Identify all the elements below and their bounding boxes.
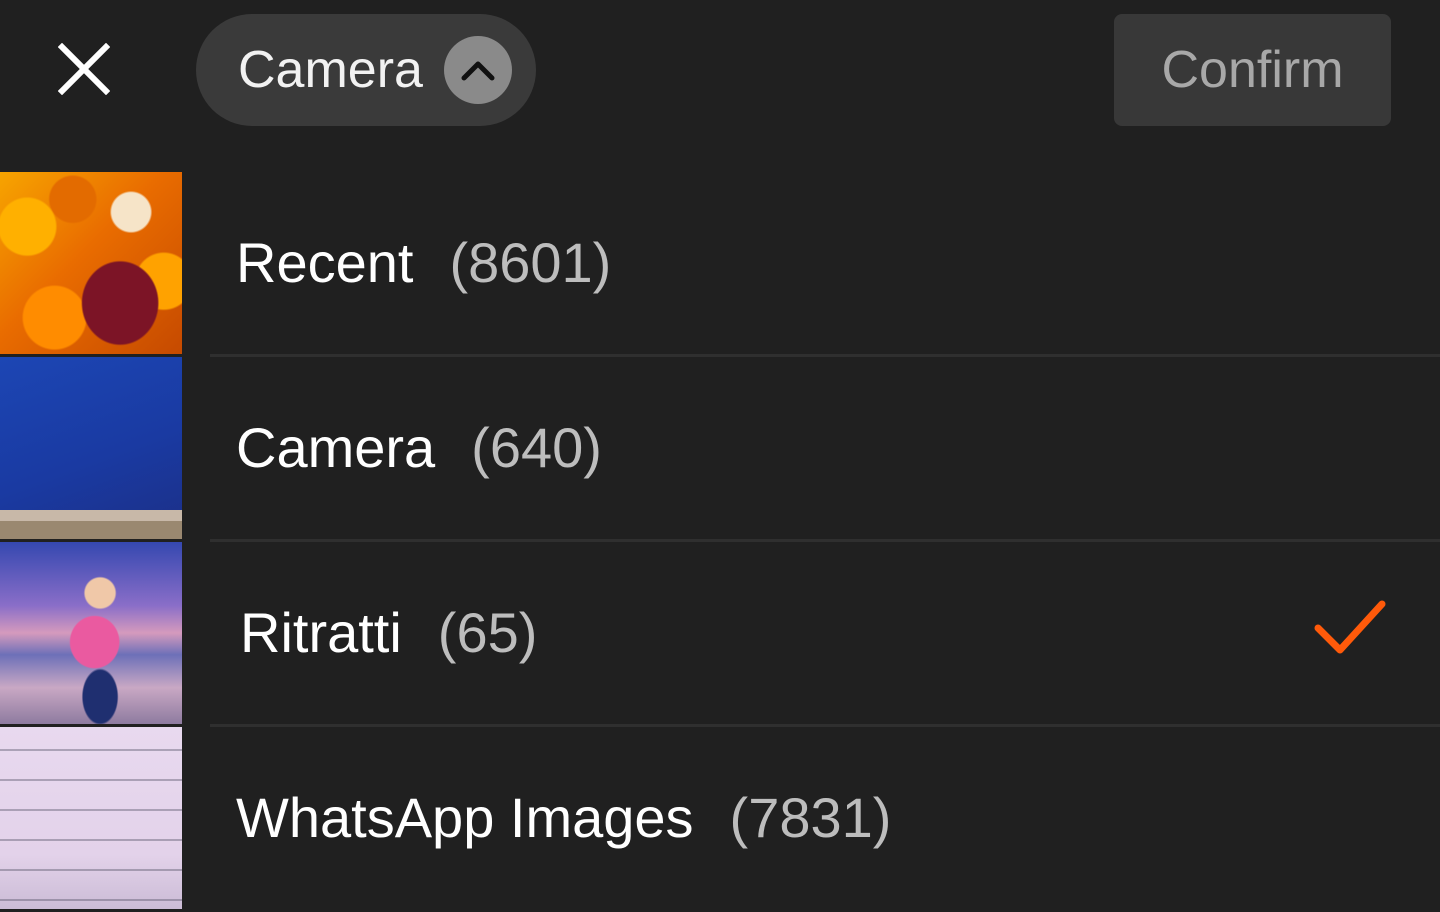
album-count: (65) xyxy=(437,601,538,664)
album-count: (7831) xyxy=(729,786,892,849)
chevron-up-icon xyxy=(444,36,512,104)
album-row-ritratti[interactable]: Ritratti (65) xyxy=(0,542,1440,727)
album-picker-screen: Camera Confirm Recent (8601) Camera (640) xyxy=(0,0,1440,912)
album-label: Camera (640) xyxy=(236,357,602,539)
close-button[interactable] xyxy=(50,35,118,103)
album-label: Ritratti (65) xyxy=(240,542,537,724)
album-thumbnail xyxy=(0,172,182,354)
album-thumbnail xyxy=(0,542,182,724)
album-name: Recent xyxy=(236,231,414,294)
confirm-button[interactable]: Confirm xyxy=(1114,14,1391,126)
album-name: WhatsApp Images xyxy=(236,786,694,849)
album-name: Ritratti xyxy=(240,601,402,664)
album-label: Recent (8601) xyxy=(236,172,611,354)
album-row-camera[interactable]: Camera (640) xyxy=(0,357,1440,542)
album-selector-dropdown[interactable]: Camera xyxy=(196,14,536,126)
album-row-whatsapp-images[interactable]: WhatsApp Images (7831) xyxy=(0,727,1440,912)
album-label: WhatsApp Images (7831) xyxy=(236,727,891,909)
album-selector-label: Camera xyxy=(238,41,423,99)
top-bar: Camera Confirm xyxy=(0,0,1440,172)
album-list: Recent (8601) Camera (640) Ritratti (65) xyxy=(0,172,1440,912)
album-count: (640) xyxy=(471,416,602,479)
album-name: Camera xyxy=(236,416,436,479)
album-count: (8601) xyxy=(449,231,612,294)
album-row-recent[interactable]: Recent (8601) xyxy=(0,172,1440,357)
album-thumbnail xyxy=(0,357,182,539)
checkmark-icon xyxy=(1314,600,1386,654)
close-icon xyxy=(58,43,110,95)
album-thumbnail xyxy=(0,727,182,909)
